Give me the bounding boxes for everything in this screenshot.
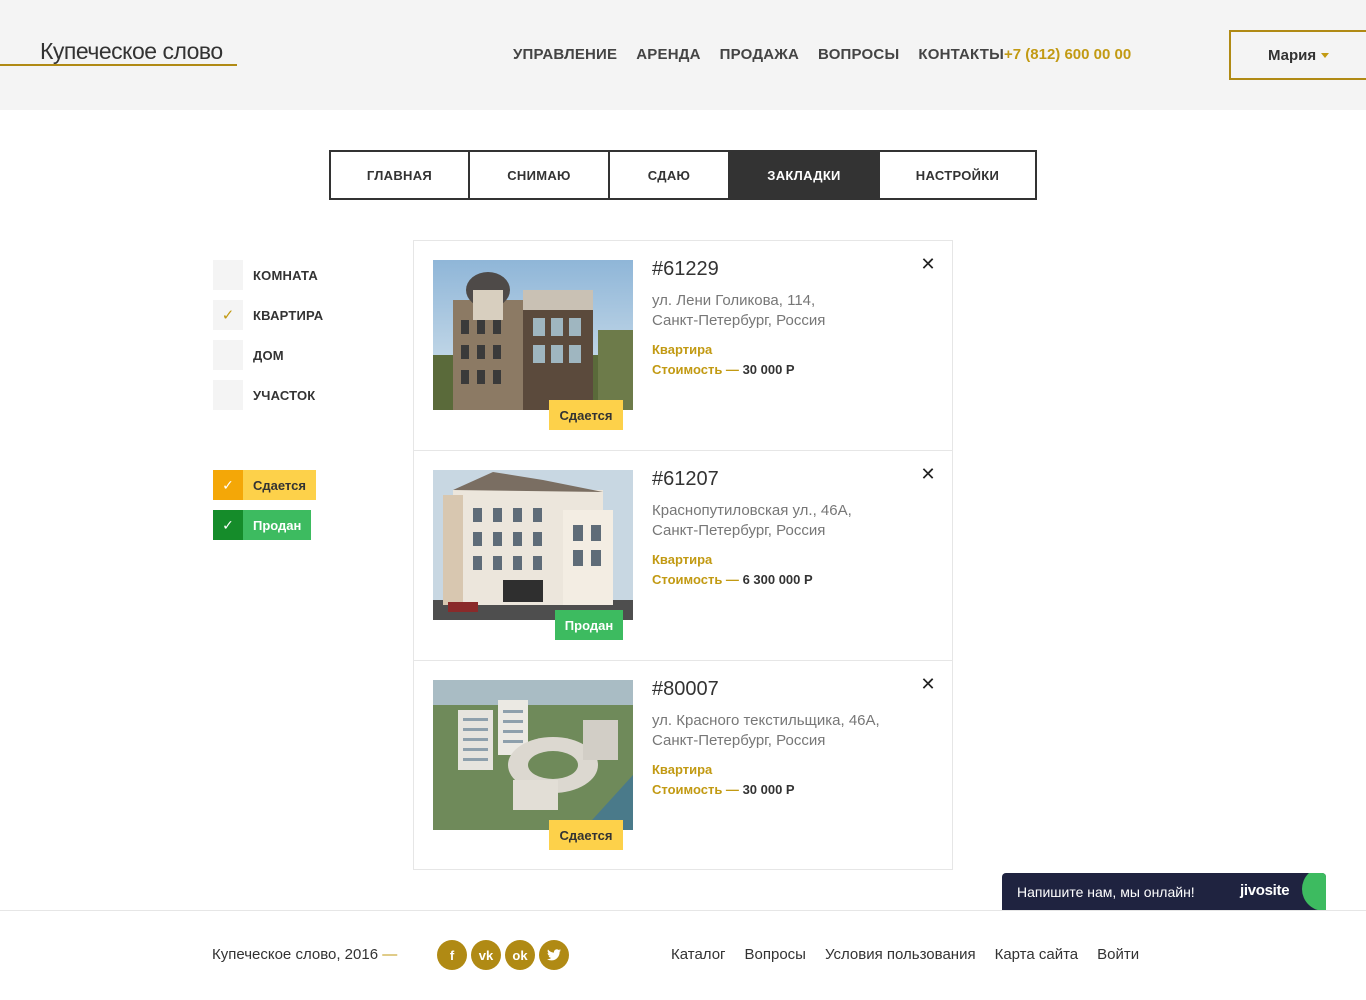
site-header: Купеческое слово УПРАВЛЕНИЕ АРЕНДА ПРОДА… xyxy=(0,0,1366,110)
price-label: Стоимость — xyxy=(652,572,739,587)
listing-card[interactable]: Сдается #80007 ул. Красного текстильщика… xyxy=(414,661,952,871)
nav-sale[interactable]: ПРОДАЖА xyxy=(720,46,799,63)
close-icon[interactable]: ✕ xyxy=(920,465,936,483)
listing-card[interactable]: Продан #61207 Краснопутиловская ул., 46А… xyxy=(414,451,952,661)
address-line-2: Санкт-Петербург, Россия xyxy=(652,522,826,539)
building-image xyxy=(433,470,633,620)
address-line-2: Санкт-Петербург, Россия xyxy=(652,312,826,329)
bookmarks-list: Сдается #61229 ул. Лени Голикова, 114, С… xyxy=(413,240,953,870)
filter-house[interactable]: ДОМ xyxy=(213,340,284,370)
status-badge: Сдается xyxy=(549,400,623,430)
listing-price: Стоимость — 30 000 Р xyxy=(652,782,795,797)
filter-apartment[interactable]: ✓ КВАРТИРА xyxy=(213,300,323,330)
filter-label: ДОМ xyxy=(253,347,284,363)
status-label: Сдается xyxy=(243,470,316,500)
footer-link-terms[interactable]: Условия пользования xyxy=(825,946,976,963)
footer-link-sitemap[interactable]: Карта сайта xyxy=(995,946,1079,963)
price-label: Стоимость — xyxy=(652,362,739,377)
account-tabs: ГЛАВНАЯ СНИМАЮ СДАЮ ЗАКЛАДКИ НАСТРОЙКИ xyxy=(329,150,1037,200)
address-line-1: Краснопутиловская ул., 46А, xyxy=(652,502,852,519)
listing-address: ул. Лени Голикова, 114, Санкт-Петербург,… xyxy=(652,291,922,331)
tab-renting[interactable]: СНИМАЮ xyxy=(470,152,610,198)
listing-card[interactable]: Сдается #61229 ул. Лени Голикова, 114, С… xyxy=(414,241,952,451)
close-icon[interactable]: ✕ xyxy=(920,255,936,273)
property-photo[interactable] xyxy=(433,260,633,410)
footer-link-login[interactable]: Войти xyxy=(1097,946,1139,963)
checkbox-checked[interactable]: ✓ xyxy=(213,300,243,330)
listing-id[interactable]: #61207 xyxy=(652,468,719,491)
check-icon[interactable]: ✓ xyxy=(213,470,243,500)
chat-widget[interactable]: Напишите нам, мы онлайн! jivosite xyxy=(1002,873,1326,911)
footer-nav: Каталог Вопросы Условия пользования Карт… xyxy=(671,946,1158,963)
address-line-2: Санкт-Петербург, Россия xyxy=(652,732,826,749)
price-value: 6 300 000 Р xyxy=(742,572,813,587)
status-badge: Сдается xyxy=(549,820,623,850)
user-name: Мария xyxy=(1268,46,1317,64)
listing-type: Квартира xyxy=(652,342,713,357)
social-links: f vk ok xyxy=(437,940,569,970)
listing-id[interactable]: #80007 xyxy=(652,678,719,701)
twitter-icon[interactable] xyxy=(539,940,569,970)
user-menu-button[interactable]: Мария xyxy=(1229,30,1366,80)
nav-management[interactable]: УПРАВЛЕНИЕ xyxy=(513,46,617,63)
status-label: Продан xyxy=(243,510,312,540)
filter-label: КВАРТИРА xyxy=(253,307,324,323)
tab-settings[interactable]: НАСТРОЙКИ xyxy=(880,152,1035,198)
filter-status-sold[interactable]: ✓ Продан xyxy=(213,510,312,540)
footer-link-catalog[interactable]: Каталог xyxy=(671,946,726,963)
filter-label: КОМНАТА xyxy=(253,267,318,283)
caret-down-icon xyxy=(1321,52,1330,58)
price-value: 30 000 Р xyxy=(742,362,795,377)
main-nav: УПРАВЛЕНИЕ АРЕНДА ПРОДАЖА ВОПРОСЫ КОНТАК… xyxy=(513,46,1023,63)
price-label: Стоимость — xyxy=(652,782,739,797)
address-line-1: ул. Красного текстильщика, 46А, xyxy=(652,712,880,729)
building-image xyxy=(433,680,633,830)
listing-address: ул. Красного текстильщика, 46А, Санкт-Пе… xyxy=(652,711,922,751)
nav-rent[interactable]: АРЕНДА xyxy=(636,46,700,63)
tab-main[interactable]: ГЛАВНАЯ xyxy=(331,152,470,198)
vk-icon[interactable]: vk xyxy=(471,940,501,970)
filter-label: УЧАСТОК xyxy=(253,387,316,403)
copyright-dash: — xyxy=(382,946,398,963)
logo-underline xyxy=(0,64,237,66)
footer-divider xyxy=(0,910,1366,911)
odnoklassniki-icon[interactable]: ok xyxy=(505,940,535,970)
close-icon[interactable]: ✕ xyxy=(920,675,936,693)
site-logo[interactable]: Купеческое слово xyxy=(40,38,223,65)
facebook-icon[interactable]: f xyxy=(437,940,467,970)
listing-price: Стоимость — 6 300 000 Р xyxy=(652,572,813,587)
leaf-icon xyxy=(1302,873,1326,911)
footer-link-questions[interactable]: Вопросы xyxy=(745,946,806,963)
filter-plot[interactable]: УЧАСТОК xyxy=(213,380,315,410)
copyright: Купеческое слово, 2016 — xyxy=(212,946,397,963)
twitter-bird-glyph xyxy=(547,949,561,961)
price-value: 30 000 Р xyxy=(742,782,795,797)
checkbox[interactable] xyxy=(213,380,243,410)
nav-questions[interactable]: ВОПРОСЫ xyxy=(818,46,899,63)
filter-status-rent[interactable]: ✓ Сдается xyxy=(213,470,316,500)
phone-link[interactable]: +7 (812) 600 00 00 xyxy=(1004,46,1131,63)
checkbox[interactable] xyxy=(213,260,243,290)
tab-letting[interactable]: СДАЮ xyxy=(610,152,730,198)
chat-brand-logo: jivosite xyxy=(1240,882,1290,899)
filter-room[interactable]: КОМНАТА xyxy=(213,260,318,290)
check-icon[interactable]: ✓ xyxy=(213,510,243,540)
listing-address: Краснопутиловская ул., 46А, Санкт-Петерб… xyxy=(652,501,922,541)
building-image xyxy=(433,260,633,410)
listing-type: Квартира xyxy=(652,552,713,567)
property-photo[interactable] xyxy=(433,680,633,830)
tab-bookmarks[interactable]: ЗАКЛАДКИ xyxy=(730,152,880,198)
chat-prompt: Напишите нам, мы онлайн! xyxy=(1017,884,1195,900)
property-photo[interactable] xyxy=(433,470,633,620)
status-badge: Продан xyxy=(555,610,623,640)
listing-type: Квартира xyxy=(652,762,713,777)
listing-id[interactable]: #61229 xyxy=(652,258,719,281)
copyright-text: Купеческое слово, 2016 xyxy=(212,946,379,963)
checkbox[interactable] xyxy=(213,340,243,370)
address-line-1: ул. Лени Голикова, 114, xyxy=(652,292,816,309)
listing-price: Стоимость — 30 000 Р xyxy=(652,362,795,377)
check-icon: ✓ xyxy=(221,307,235,324)
nav-contacts[interactable]: КОНТАКТЫ xyxy=(918,46,1004,63)
